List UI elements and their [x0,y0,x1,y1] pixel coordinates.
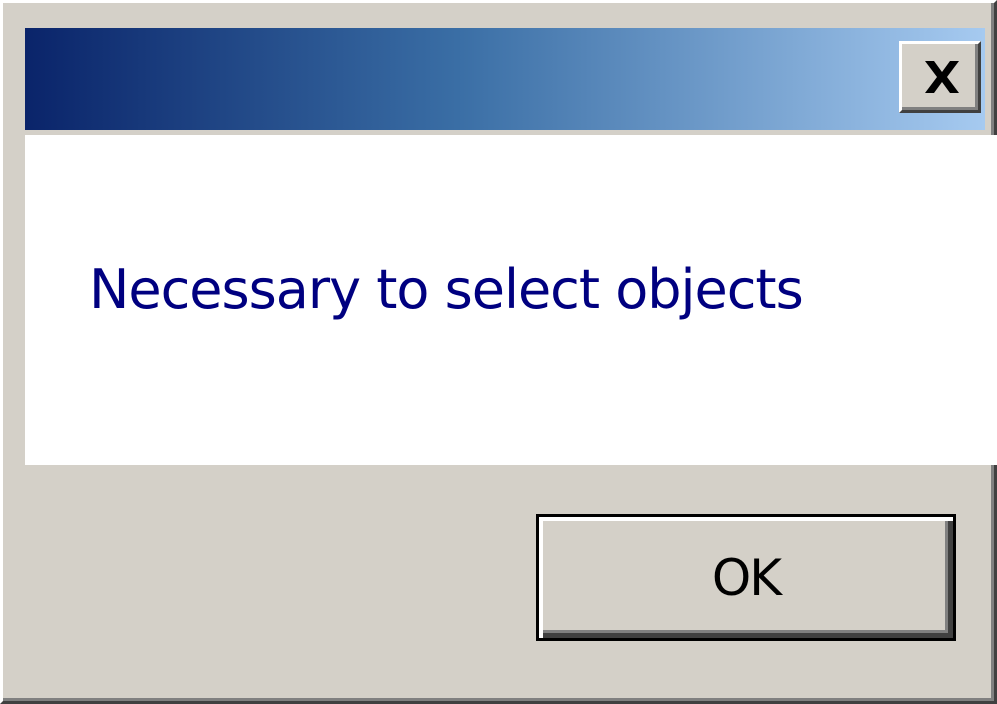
close-button[interactable] [899,41,981,113]
message-area: Necessary to select objects [25,135,997,465]
message-dialog: Necessary to select objects OK [0,0,997,704]
ok-button[interactable]: OK [536,514,956,641]
close-icon [925,61,959,93]
title-bar[interactable] [25,28,985,130]
message-text: Necessary to select objects [89,258,804,321]
